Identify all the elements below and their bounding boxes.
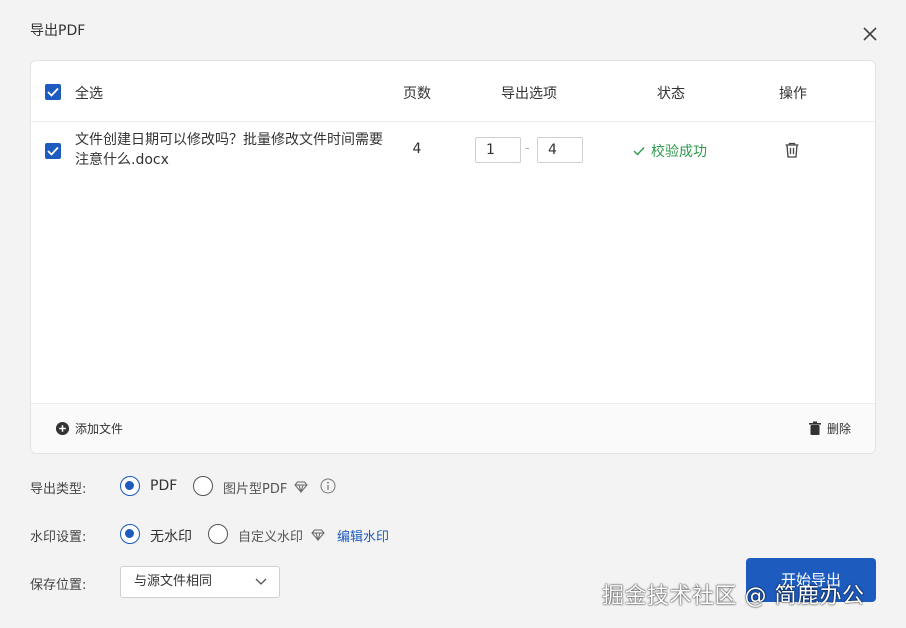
range-separator: -: [525, 141, 530, 156]
save-location-select[interactable]: 与源文件相同: [120, 566, 280, 598]
select-all-label: 全选: [75, 86, 103, 102]
info-icon[interactable]: [320, 478, 336, 494]
export-type-label: 导出类型:: [30, 482, 87, 497]
add-file-label: 添加文件: [75, 422, 124, 436]
dialog-title: 导出PDF: [30, 23, 86, 39]
watermark-label: 水印设置:: [30, 530, 87, 545]
export-type-image-pdf-label: 图片型PDF: [223, 482, 288, 497]
export-type-pdf-radio[interactable]: [120, 476, 140, 496]
checkmark-icon: [47, 146, 59, 156]
file-name: 文件创建日期可以修改吗？批量修改文件时间需要注意什么.docx: [75, 132, 383, 168]
header-export-options: 导出选项: [501, 86, 557, 102]
header-status: 状态: [657, 86, 685, 102]
diamond-vip-icon: [294, 481, 308, 493]
chevron-down-icon: [255, 578, 267, 585]
status-text: 校验成功: [651, 144, 707, 160]
select-all-checkbox[interactable]: [45, 84, 61, 100]
add-file-button[interactable]: 添加文件: [55, 420, 123, 437]
row-checkbox[interactable]: [45, 143, 61, 159]
no-watermark-radio[interactable]: [120, 524, 140, 544]
save-location-label: 保存位置:: [30, 578, 87, 593]
custom-watermark-radio[interactable]: [208, 524, 228, 544]
delete-button[interactable]: 删除: [808, 420, 851, 437]
checkmark-icon: [47, 87, 59, 97]
custom-watermark-label: 自定义水印: [238, 530, 304, 545]
trash-icon: [808, 421, 821, 435]
table-header: 全选 页数 导出选项 状态 操作: [31, 61, 875, 122]
page-count: 4: [412, 141, 422, 157]
check-icon: [633, 147, 645, 156]
edit-watermark-link[interactable]: 编辑水印: [337, 526, 389, 545]
header-actions: 操作: [779, 86, 807, 102]
save-location-value: 与源文件相同: [134, 574, 213, 589]
delete-label: 删除: [826, 422, 851, 436]
plus-circle-icon: [55, 421, 70, 436]
file-table-panel: 全选 页数 导出选项 状态 操作 文件创建日期可以修改吗？批量修改文件时间需要注…: [30, 60, 876, 454]
table-footer: 添加文件 删除: [31, 403, 875, 453]
status-badge: 校验成功: [633, 141, 707, 161]
page-to-input[interactable]: 4: [537, 137, 583, 163]
header-pages: 页数: [403, 86, 431, 102]
diamond-vip-icon: [311, 529, 325, 541]
row-delete-button[interactable]: [783, 141, 801, 163]
no-watermark-label: 无水印: [150, 529, 192, 545]
export-type-image-pdf-radio[interactable]: [193, 476, 213, 496]
close-button[interactable]: [858, 22, 882, 46]
close-icon: [863, 27, 877, 41]
export-type-pdf-label: PDF: [150, 478, 178, 494]
page-from-input[interactable]: 1: [475, 137, 521, 163]
trash-icon: [785, 142, 799, 158]
site-watermark: 掘金技术社区 @ 简鹿办公: [602, 584, 865, 609]
